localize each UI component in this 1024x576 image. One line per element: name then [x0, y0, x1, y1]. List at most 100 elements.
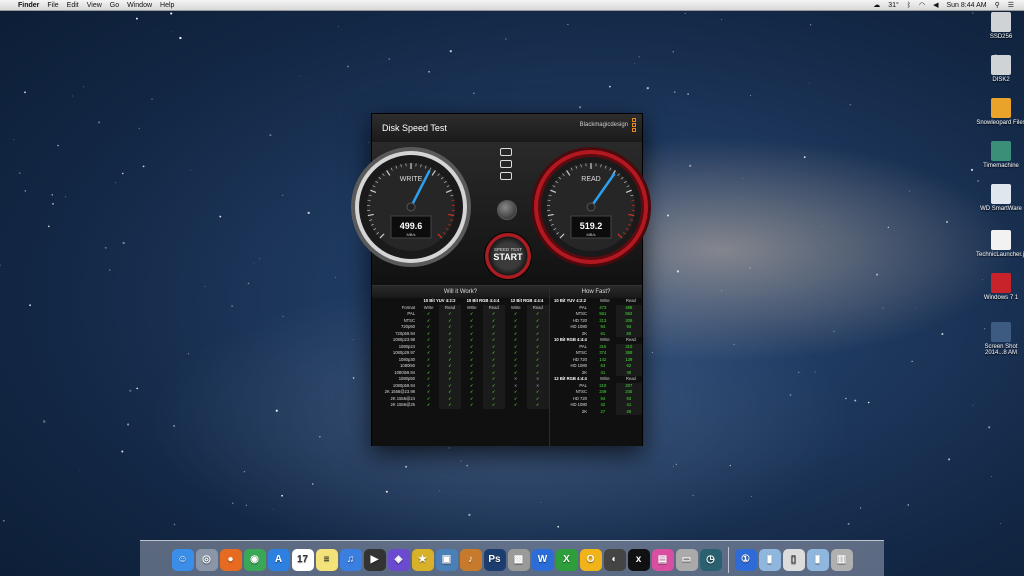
star [405, 465, 408, 468]
star [245, 504, 247, 506]
menu-go[interactable]: Go [106, 2, 123, 9]
star [24, 190, 27, 192]
dock-documents-folder-icon[interactable]: ▯ [782, 548, 805, 571]
star [466, 464, 469, 467]
menu-clock[interactable]: Sun 8:44 AM [942, 2, 990, 9]
check-icon: ✓ [514, 402, 518, 407]
star [47, 225, 50, 228]
start-button[interactable]: SPEED TEST START [484, 232, 532, 280]
menu-view[interactable]: View [83, 2, 106, 9]
desktop-icon[interactable]: WD SmartWare [976, 184, 1024, 212]
menu-help[interactable]: Help [156, 2, 178, 9]
desktop-icon-label: Screen Shot 2014...8 AM [984, 344, 1018, 356]
desktop-icon-label: Timemachine [983, 163, 1019, 169]
dock-motion-icon[interactable]: ◈ [387, 548, 410, 571]
bluetooth-icon[interactable]: ᛒ [903, 2, 915, 9]
menu-file[interactable]: File [43, 2, 62, 9]
desktop-icon[interactable]: Snowleopard Files [976, 98, 1024, 126]
star [0, 264, 1, 267]
read-value: 519.2 [580, 221, 603, 231]
dock: ☺ ◎ ● ◉ A 17 ≡ ♫ ▶ ◈ ★ ▣ ♪ Ps ▩ W X O ◐ x ▤ ▭ ◷ ① ▮ ▯ ▮ ▥ [140, 540, 884, 576]
star [692, 494, 694, 496]
star [449, 50, 452, 53]
dock-outlook-icon[interactable]: O [579, 548, 602, 571]
star [651, 352, 653, 353]
star [136, 387, 139, 390]
volume-icon[interactable]: ◀ [929, 1, 942, 9]
star [667, 214, 669, 217]
star [368, 141, 370, 143]
spotlight-icon[interactable]: ⚲ [991, 1, 1004, 9]
drive-icon [991, 12, 1011, 32]
weather-icon[interactable]: ☁ [869, 1, 884, 9]
dock-downloads-folder-icon[interactable]: ▮ [806, 548, 829, 571]
will-it-work-table: 10 Bit YUV 4:2:2 10 Bit RGB 4:4:4 12 Bit… [372, 298, 549, 409]
group-name: 10 Bit RGB 4:4:4 [554, 337, 587, 342]
desktop-icon[interactable]: TechnicLauncher.jar [976, 230, 1024, 258]
dock-photo-booth-icon[interactable]: ▩ [507, 548, 530, 571]
star [970, 168, 974, 171]
dock-photoshop-icon[interactable]: Ps [483, 548, 506, 571]
settings-knob-icon[interactable] [497, 200, 517, 220]
dock-imovie-icon[interactable]: ★ [411, 548, 434, 571]
temperature-readout[interactable]: 31° [884, 2, 903, 9]
dock-applications-folder-icon[interactable]: ▮ [758, 548, 781, 571]
write-fps: 27 [600, 408, 606, 414]
format-label: 2K [581, 408, 587, 414]
star [669, 15, 671, 17]
notification-center-icon[interactable]: ☰ [1004, 1, 1018, 9]
star [689, 164, 692, 167]
star [579, 106, 582, 109]
menu-window[interactable]: Window [123, 2, 156, 9]
dock-1password-icon[interactable]: ① [734, 548, 757, 571]
dock-iphoto-library-icon[interactable]: ▤ [651, 548, 674, 571]
menu-edit[interactable]: Edit [63, 2, 83, 9]
dock-finder-icon[interactable]: ☺ [171, 548, 194, 571]
menu-app-name[interactable]: Finder [14, 2, 43, 9]
star [646, 86, 649, 90]
star [115, 182, 116, 183]
star [24, 91, 26, 94]
dock-macbook-icon[interactable]: ▭ [675, 548, 698, 571]
dock-trash-icon[interactable]: ▥ [830, 548, 853, 571]
desktop-icon[interactable]: SSD256 [976, 12, 1024, 40]
star [733, 343, 735, 345]
dock-time-machine-icon[interactable]: ◷ [699, 548, 722, 571]
star [299, 75, 301, 77]
dock-garageband-icon[interactable]: ♪ [459, 548, 482, 571]
dock-final-cut-icon[interactable]: ▶ [363, 548, 386, 571]
star [847, 522, 850, 525]
dock-excel-icon[interactable]: X [555, 548, 578, 571]
desktop-icon[interactable]: Screen Shot 2014...8 AM [976, 322, 1024, 356]
star [720, 19, 722, 21]
group-header: 10 Bit YUV 4:2:2 [423, 298, 456, 303]
wifi-icon[interactable]: ◠ [915, 1, 929, 9]
timemachine-icon [991, 141, 1011, 161]
screenshot-icon [991, 322, 1011, 342]
dock-word-icon[interactable]: W [531, 548, 554, 571]
dock-chrome-icon[interactable]: ◉ [243, 548, 266, 571]
desktop-icon[interactable]: Windows 7 1 [976, 273, 1024, 301]
dock-iphoto-icon[interactable]: ▣ [435, 548, 458, 571]
dock-stickies-icon[interactable]: ≡ [315, 548, 338, 571]
java-icon [991, 230, 1011, 250]
blackmagic-logo-icon [632, 118, 638, 138]
star [307, 211, 310, 215]
window-titlebar[interactable]: Disk Speed Test Blackmagicdesign [372, 114, 642, 142]
star [941, 332, 944, 336]
group-name: 12 Bit RGB 4:4:4 [554, 376, 587, 381]
desktop-icon[interactable]: Timemachine [976, 141, 1024, 169]
dock-itunes-icon[interactable]: ♫ [339, 548, 362, 571]
disk-selector-icon[interactable] [500, 148, 514, 184]
group-header: 10 Bit RGB 4:4:4 [466, 298, 500, 303]
write-unit: MB/s [406, 232, 415, 237]
dock-dvd-player-icon[interactable]: ◐ [603, 548, 626, 571]
star [204, 285, 206, 287]
dock-xbmc-icon[interactable]: x [627, 548, 650, 571]
desktop-icon[interactable]: DISK2 [976, 55, 1024, 83]
dock-app-store-icon[interactable]: A [267, 548, 290, 571]
dock-calendar-icon[interactable]: 17 [291, 548, 314, 571]
dock-firefox-icon[interactable]: ● [219, 548, 242, 571]
dock-launchpad-icon[interactable]: ◎ [195, 548, 218, 571]
write-value: 499.6 [400, 221, 423, 231]
